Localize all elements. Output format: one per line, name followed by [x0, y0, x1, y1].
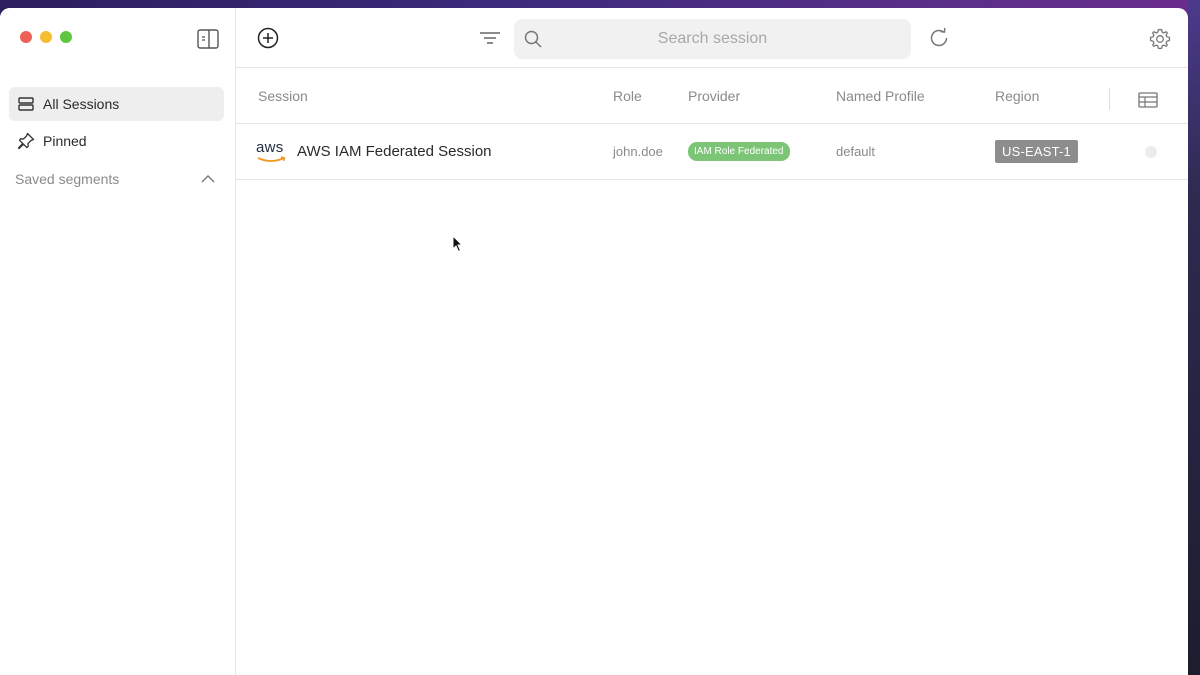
add-session-button[interactable]	[257, 27, 279, 49]
session-name[interactable]: AWS IAM Federated Session	[297, 124, 492, 179]
column-header-named-profile[interactable]: Named Profile	[836, 68, 925, 123]
pin-icon	[17, 132, 35, 150]
region-badge: US-EAST-1	[995, 140, 1078, 163]
table-header: Session Role Provider Named Profile Regi…	[236, 68, 1188, 124]
window-controls	[20, 31, 72, 43]
sidebar-item-pinned[interactable]: Pinned	[9, 124, 224, 158]
toolbar	[236, 8, 1188, 68]
column-header-region[interactable]: Region	[995, 68, 1039, 123]
mouse-cursor-icon	[452, 235, 464, 253]
role-value: john.doe	[613, 144, 663, 159]
session-status-dot[interactable]	[1145, 146, 1157, 158]
maximize-window-button[interactable]	[60, 31, 72, 43]
table-row[interactable]: aws AWS IAM Federated Session john.doe I…	[236, 124, 1188, 180]
desktop-background-edge	[1188, 0, 1200, 675]
settings-gear-button[interactable]	[1148, 27, 1172, 51]
sidebar-item-label: Pinned	[43, 133, 87, 149]
provider-cell: IAM Role Federated	[688, 124, 790, 179]
chevron-up-icon[interactable]	[201, 174, 215, 184]
main-panel: Session Role Provider Named Profile Regi…	[236, 8, 1188, 675]
sidebar-toggle-button[interactable]	[197, 29, 219, 49]
refresh-button[interactable]	[928, 27, 950, 49]
sidebar: All Sessions Pinned Saved segments	[0, 8, 236, 675]
table-columns-icon[interactable]	[1138, 92, 1158, 108]
search-input[interactable]	[514, 19, 911, 59]
filter-icon[interactable]	[479, 29, 501, 47]
app-window: All Sessions Pinned Saved segments Searc…	[0, 8, 1188, 675]
column-header-session[interactable]: Session	[258, 68, 308, 123]
header-divider	[1109, 88, 1110, 110]
region-cell: US-EAST-1	[995, 124, 1078, 179]
provider-badge: IAM Role Federated	[688, 142, 790, 161]
aws-logo-text: aws	[256, 139, 284, 156]
named-profile-value: default	[836, 144, 876, 159]
column-header-provider[interactable]: Provider	[688, 68, 740, 123]
sidebar-item-all-sessions[interactable]: All Sessions	[9, 87, 224, 121]
minimize-window-button[interactable]	[40, 31, 52, 43]
aws-logo-icon: aws	[256, 139, 288, 163]
sidebar-toggle-icon	[197, 29, 219, 49]
sidebar-item-label: All Sessions	[43, 96, 120, 112]
search-icon	[524, 30, 542, 48]
saved-segments-header[interactable]: Saved segments	[15, 171, 215, 187]
column-header-role[interactable]: Role	[613, 68, 642, 123]
saved-segments-label: Saved segments	[15, 171, 120, 187]
close-window-button[interactable]	[20, 31, 32, 43]
stack-icon	[17, 95, 35, 113]
search-box[interactable]	[514, 19, 911, 59]
